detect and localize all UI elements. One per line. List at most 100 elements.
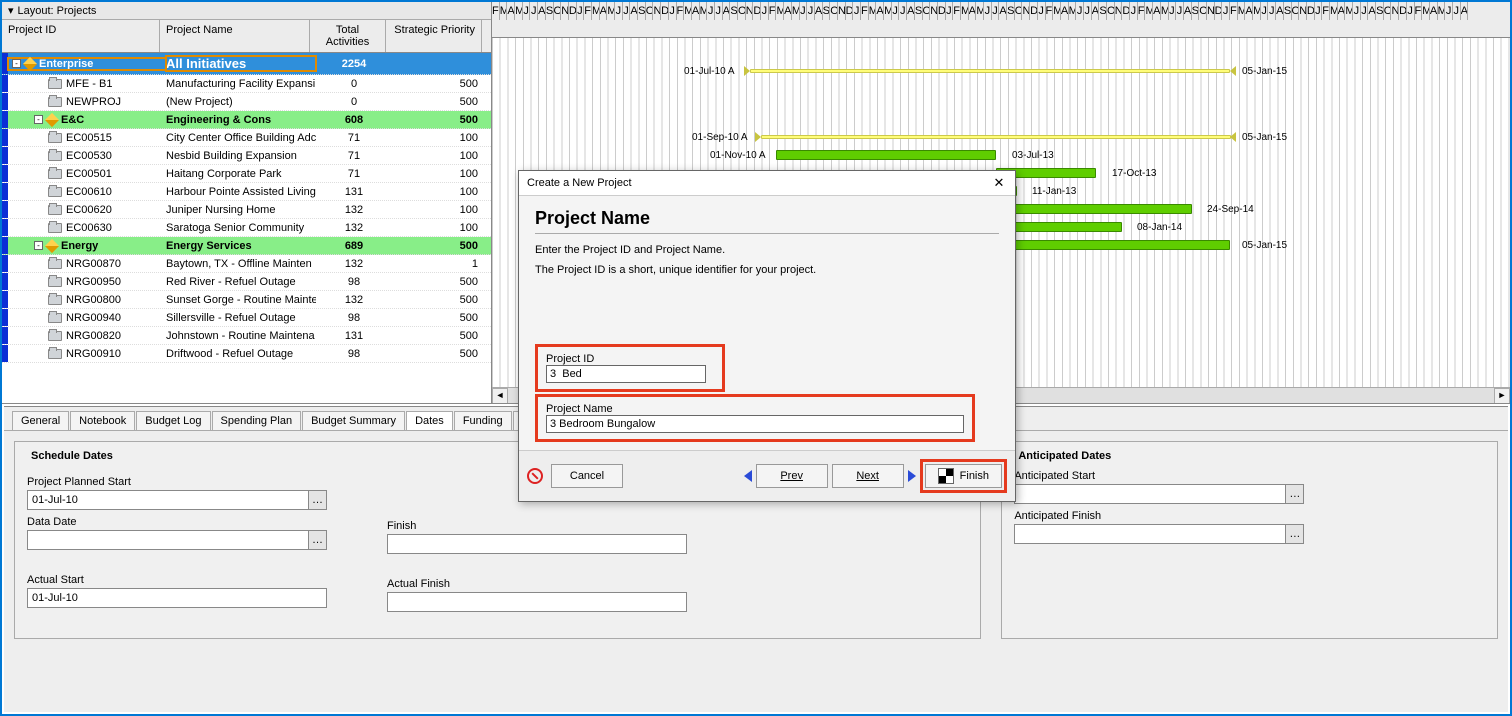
projects-grid-panel: ▾ Layout: Projects Project ID Project Na… <box>2 2 492 403</box>
scroll-left-button[interactable]: ◄ <box>492 388 508 403</box>
row-priority: 500 <box>392 276 488 288</box>
dialog-heading: Project Name <box>535 208 999 229</box>
gantt-label: 01-Nov-10 A <box>710 150 766 161</box>
tab-general[interactable]: General <box>12 411 69 430</box>
row-priority: 500 <box>392 96 488 108</box>
row-priority: 500 <box>392 78 488 90</box>
table-row[interactable]: EC00515City Center Office Building Adc71… <box>2 129 491 147</box>
table-row[interactable]: EC00501Haitang Corporate Park71100 <box>2 165 491 183</box>
dialog-line1: Enter the Project ID and Project Name. <box>535 244 999 256</box>
row-priority: 500 <box>392 114 488 126</box>
row-activities: 132 <box>316 258 392 270</box>
table-row[interactable]: NRG00820Johnstown - Routine Maintena1315… <box>2 327 491 345</box>
table-row[interactable]: NRG00910Driftwood - Refuel Outage98500 <box>2 345 491 363</box>
planned-start-value: 01-Jul-10 <box>32 494 78 506</box>
table-row[interactable]: -E&CEngineering & Cons608500 <box>2 111 491 129</box>
ellipsis-button[interactable]: … <box>1285 485 1303 503</box>
tab-funding[interactable]: Funding <box>454 411 512 430</box>
row-activities: 131 <box>316 186 392 198</box>
finish-icon <box>938 468 954 484</box>
actual-start-value: 01-Jul-10 <box>32 592 78 604</box>
summary-end-marker <box>1230 132 1236 142</box>
table-row[interactable]: EC00530Nesbid Building Expansion71100 <box>2 147 491 165</box>
table-row[interactable]: NEWPROJ(New Project)0500 <box>2 93 491 111</box>
planned-start-input[interactable]: 01-Jul-10 … <box>27 490 327 510</box>
row-name: City Center Office Building Adc <box>166 132 316 144</box>
table-row[interactable]: NRG00950Red River - Refuel Outage98500 <box>2 273 491 291</box>
eps-icon <box>45 112 59 126</box>
gantt-label: 03-Jul-13 <box>1012 150 1054 161</box>
next-button[interactable]: Next <box>832 464 904 488</box>
table-row[interactable]: -EnergyEnergy Services689500 <box>2 237 491 255</box>
cancel-icon <box>527 468 543 484</box>
actual-start-label: Actual Start <box>27 574 327 586</box>
planned-start-label: Project Planned Start <box>27 476 327 488</box>
table-row[interactable]: NRG00800Sunset Gorge - Routine Mainte132… <box>2 291 491 309</box>
row-id: EC00530 <box>66 150 112 162</box>
gantt-bar[interactable] <box>992 204 1192 214</box>
row-id: EC00610 <box>66 186 112 198</box>
summary-end-marker <box>1230 66 1236 76</box>
table-row[interactable]: MFE - B1Manufacturing Facility Expansi05… <box>2 75 491 93</box>
project-name-input[interactable] <box>546 415 964 433</box>
row-name: Sillersville - Refuel Outage <box>166 312 316 324</box>
data-date-input[interactable]: … <box>27 530 327 550</box>
gantt-timescale-header: FMAMJJASONDJFMAMJJASONDJFMAMJJASONDJFMAM… <box>492 2 1510 38</box>
anticipated-start-input[interactable]: … <box>1014 484 1304 504</box>
actual-finish-input[interactable] <box>387 592 687 612</box>
project-id-input[interactable] <box>546 365 706 383</box>
folder-icon <box>48 151 62 161</box>
table-row[interactable]: EC00630Saratoga Senior Community132100 <box>2 219 491 237</box>
collapse-icon[interactable]: - <box>34 115 43 124</box>
ellipsis-button[interactable]: … <box>308 531 326 549</box>
col-project-id[interactable]: Project ID <box>2 20 160 52</box>
collapse-icon[interactable]: - <box>34 241 43 250</box>
finish-button[interactable]: Finish <box>925 464 1002 488</box>
table-row[interactable]: NRG00870Baytown, TX - Offline Mainten132… <box>2 255 491 273</box>
layout-header[interactable]: ▾ Layout: Projects <box>2 2 491 20</box>
grid-body: -EnterpriseAll Initiatives2254MFE - B1Ma… <box>2 53 491 403</box>
gantt-summary-bar-ec[interactable] <box>761 135 1231 139</box>
ellipsis-button[interactable]: … <box>1285 525 1303 543</box>
row-id: NRG00910 <box>66 348 121 360</box>
actual-start-input[interactable]: 01-Jul-10 <box>27 588 327 608</box>
tab-notebook[interactable]: Notebook <box>70 411 135 430</box>
row-activities: 689 <box>316 240 392 252</box>
table-row[interactable]: EC00620Juniper Nursing Home132100 <box>2 201 491 219</box>
finish-input[interactable] <box>387 534 687 554</box>
row-id: MFE - B1 <box>66 78 112 90</box>
ellipsis-button[interactable]: … <box>308 491 326 509</box>
tab-budget-log[interactable]: Budget Log <box>136 411 210 430</box>
gantt-summary-bar-enterprise[interactable] <box>750 69 1230 73</box>
close-icon[interactable]: ✕ <box>991 175 1007 191</box>
gantt-bar[interactable] <box>776 150 996 160</box>
table-row[interactable]: NRG00940Sillersville - Refuel Outage9850… <box>2 309 491 327</box>
chevron-down-icon[interactable]: ▾ <box>8 4 14 17</box>
row-id: NRG00870 <box>66 258 121 270</box>
gantt-bar[interactable] <box>992 240 1230 250</box>
arrow-right-icon <box>908 470 916 482</box>
create-project-dialog: Create a New Project ✕ Project Name Ente… <box>518 170 1016 502</box>
tab-dates[interactable]: Dates <box>406 411 453 430</box>
prev-button[interactable]: Prev <box>756 464 828 488</box>
tab-budget-summary[interactable]: Budget Summary <box>302 411 405 430</box>
col-total-activities[interactable]: Total Activities <box>310 20 386 52</box>
dialog-line2: The Project ID is a short, unique identi… <box>535 264 999 276</box>
col-strategic-priority[interactable]: Strategic Priority <box>386 20 482 52</box>
layout-title: Layout: Projects <box>18 5 97 17</box>
anticipated-finish-input[interactable]: … <box>1014 524 1304 544</box>
col-project-name[interactable]: Project Name <box>160 20 310 52</box>
cancel-button[interactable]: Cancel <box>551 464 623 488</box>
folder-icon <box>48 277 62 287</box>
gantt-label: 24-Sep-14 <box>1207 204 1254 215</box>
scroll-right-button[interactable]: ► <box>1494 388 1510 403</box>
row-activities: 98 <box>316 312 392 324</box>
tab-spending-plan[interactable]: Spending Plan <box>212 411 302 430</box>
actual-finish-label: Actual Finish <box>387 578 687 590</box>
row-id: EC00515 <box>66 132 112 144</box>
row-activities: 2254 <box>316 58 392 70</box>
table-row[interactable]: EC00610Harbour Pointe Assisted Living131… <box>2 183 491 201</box>
table-row[interactable]: -EnterpriseAll Initiatives2254 <box>2 53 491 75</box>
collapse-icon[interactable]: - <box>12 59 21 68</box>
row-id: Energy <box>61 240 98 252</box>
